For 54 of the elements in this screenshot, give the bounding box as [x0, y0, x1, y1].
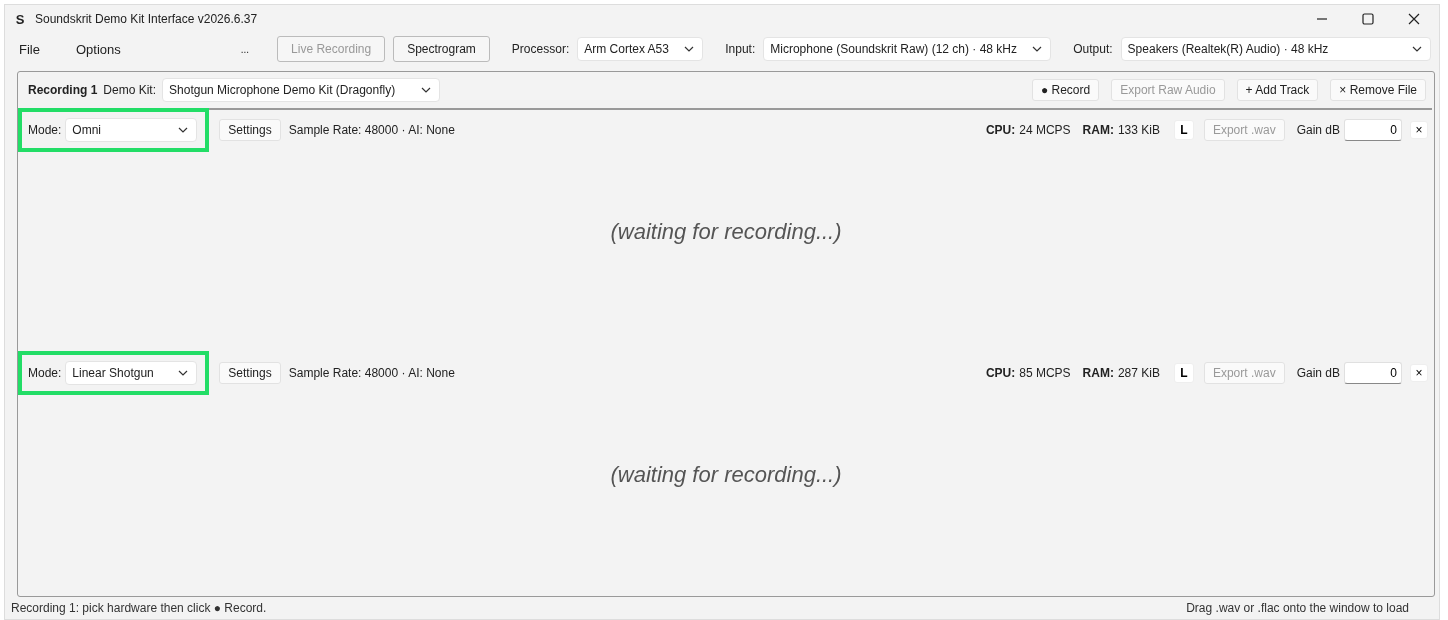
action-button[interactable]: ● Record [1031, 79, 1100, 101]
chevron-down-icon [421, 87, 432, 93]
gain-field[interactable]: 0 [1344, 362, 1402, 384]
kit-label: Demo Kit: [103, 83, 157, 97]
recording-title: Recording 1 [28, 83, 98, 97]
select-label: Processor: [511, 42, 570, 56]
ram-label: RAM: [1082, 366, 1114, 380]
maximize-icon[interactable] [1361, 12, 1375, 26]
gain-field[interactable]: 0 [1344, 119, 1402, 141]
ram-value: 133 KiB [1117, 123, 1160, 137]
chevron-down-icon [684, 46, 695, 52]
channel-button[interactable]: L [1173, 363, 1194, 383]
chevron-down-icon [178, 370, 189, 376]
track-info: Sample Rate: 48000 · AI: None [288, 366, 455, 380]
toolbar-button[interactable]: Spectrogram [393, 36, 490, 62]
chevron-down-icon [1032, 46, 1043, 52]
gain-label: Gain dB [1296, 366, 1340, 380]
close-track-button[interactable]: × [1410, 121, 1428, 139]
app-logo: S [14, 11, 26, 27]
more-menu[interactable]: ... [240, 43, 250, 55]
cpu-label: CPU: [985, 123, 1016, 137]
track-info: Sample Rate: 48000 · AI: None [288, 123, 455, 137]
ram-label: RAM: [1082, 123, 1114, 137]
ram-value: 287 KiB [1117, 366, 1160, 380]
close-track-button[interactable]: × [1410, 364, 1428, 382]
select-label: Input: [725, 42, 756, 56]
dropdown[interactable]: Arm Cortex A53 [577, 37, 704, 61]
select-label: Output: [1073, 42, 1113, 56]
mode-dropdown[interactable]: Linear Shotgun [65, 361, 198, 385]
cpu-value: 85 MCPS [1019, 366, 1071, 380]
cpu-label: CPU: [985, 366, 1016, 380]
mode-label: Mode: [28, 123, 62, 137]
waiting-message: (waiting for recording...) [610, 461, 842, 488]
mode-dropdown[interactable]: Omni [65, 118, 198, 142]
gain-label: Gain dB [1296, 123, 1340, 137]
chevron-down-icon [1412, 46, 1422, 52]
settings-button[interactable]: Settings [219, 119, 281, 141]
dropdown[interactable]: Speakers (Realtek(R) Audio) · 48 kHz [1120, 37, 1431, 61]
menu-item[interactable]: File [19, 41, 40, 57]
kit-dropdown[interactable]: Shotgun Microphone Demo Kit (Dragonfly) [162, 78, 441, 102]
close-icon[interactable] [1407, 12, 1421, 26]
window-title: Soundskrit Demo Kit Interface v2026.6.37 [35, 12, 258, 26]
waiting-message: (waiting for recording...) [610, 218, 842, 245]
channel-button[interactable]: L [1173, 120, 1194, 140]
menu-item[interactable]: Options [75, 41, 121, 57]
cpu-value: 24 MCPS [1019, 123, 1071, 137]
status-text: Recording 1: pick hardware then click ● Record. [11, 601, 267, 615]
mode-label: Mode: [28, 366, 62, 380]
status-hint: Drag .wav or .flac onto the window to load [1186, 601, 1409, 615]
dropdown[interactable]: Microphone (Soundskrit Raw) (12 ch) · 48 kHz [763, 37, 1052, 61]
chevron-down-icon [178, 127, 189, 133]
settings-button[interactable]: Settings [219, 362, 281, 384]
action-button[interactable]: + Add Track [1236, 79, 1319, 101]
action-button[interactable]: × Remove File [1330, 79, 1426, 101]
